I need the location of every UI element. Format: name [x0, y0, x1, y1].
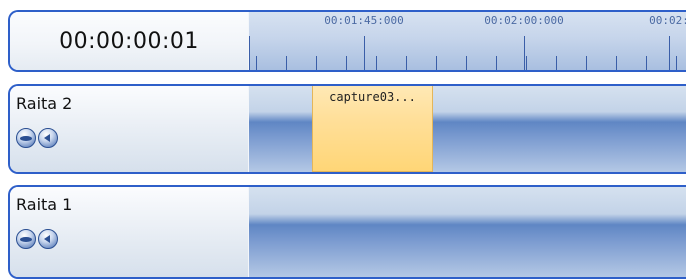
ruler-label: 00:01:45:000	[324, 14, 404, 27]
speaker-icon[interactable]	[38, 229, 58, 249]
timecode-box: 00:00:00:01	[10, 12, 248, 70]
ruler-tick-major	[364, 36, 365, 70]
ruler-tick-major	[524, 36, 525, 70]
ruler-tick-minor	[316, 56, 317, 70]
ruler-label: 00:02:00:000	[484, 14, 564, 27]
ruler-tick-minor	[256, 56, 257, 70]
track-header[interactable]: Raita 2	[10, 86, 248, 172]
ruler-tick-minor	[556, 56, 557, 70]
ruler-tick-minor	[376, 56, 377, 70]
time-ruler[interactable]: 00:01:45:000 00:02:00:000 00:02:	[249, 12, 686, 70]
clip[interactable]: capture03...	[312, 86, 433, 172]
ruler-tick-minor	[526, 56, 527, 70]
ruler-tick-minor	[616, 56, 617, 70]
track-lane[interactable]	[249, 187, 686, 277]
track-raita-2: Raita 2 capture03...	[8, 84, 686, 174]
ruler-tick-minor	[586, 56, 587, 70]
ruler-tick-minor	[406, 56, 407, 70]
track-name: Raita 1	[16, 195, 73, 214]
ruler-tick-minor	[286, 56, 287, 70]
eye-icon[interactable]	[16, 128, 36, 148]
ruler-tick-minor	[346, 56, 347, 70]
eye-icon[interactable]	[16, 229, 36, 249]
ruler-tick-minor	[496, 56, 497, 70]
speaker-icon[interactable]	[38, 128, 58, 148]
ruler-tick-major	[669, 36, 670, 70]
track-header[interactable]: Raita 1	[10, 187, 248, 277]
current-time-display: 00:00:00:01	[59, 28, 199, 54]
clip-label: capture03...	[329, 90, 416, 104]
ruler-tick-minor	[646, 56, 647, 70]
ruler-tick-minor	[676, 56, 677, 70]
timeline-header: 00:00:00:01 00:01:45:000 00:02:00:000 00…	[8, 10, 686, 72]
ruler-tick-minor	[466, 56, 467, 70]
ruler-tick-major	[249, 36, 250, 70]
ruler-tick-minor	[436, 56, 437, 70]
track-lane[interactable]: capture03...	[249, 86, 686, 172]
track-raita-1: Raita 1	[8, 185, 686, 279]
track-name: Raita 2	[16, 94, 73, 113]
ruler-label: 00:02:	[649, 14, 686, 27]
